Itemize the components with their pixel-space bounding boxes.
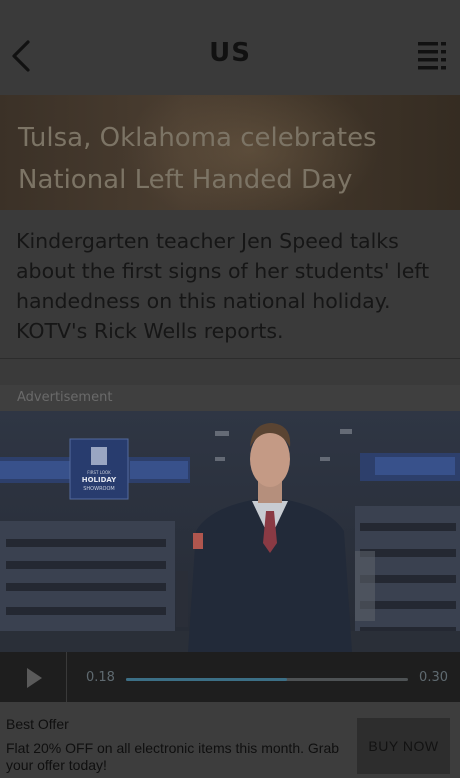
controls-divider [66,652,67,702]
article-summary: Kindergarten teacher Jen Speed talks abo… [0,210,460,358]
ad-video[interactable]: FIRST LOOK HOLIDAY SHOWROOM [0,411,460,652]
current-time: 0.18 [86,670,115,685]
screen: US Tulsa, Oklahoma celebrates National L… [0,0,460,778]
buy-now-button[interactable]: BUY NOW [357,718,450,774]
ad-label: Advertisement [17,390,113,405]
menu-button[interactable] [416,40,448,74]
video-controls: 0.18 0.30 [0,652,460,702]
page-title: US [209,38,251,68]
article-headline: Tulsa, Oklahoma celebrates National Left… [18,123,377,195]
article-description: Kindergarten teacher Jen Speed talks abo… [16,229,430,343]
seek-bar-fill [126,678,287,681]
sign-line-3: SHOWROOM [83,486,114,492]
offer-text: Flat 20% OFF on all electronic items thi… [6,740,340,773]
play-button[interactable] [0,652,66,702]
list-menu-icon [418,42,446,70]
seek-bar[interactable] [126,678,408,681]
total-time: 0.30 [419,670,448,685]
top-bar: US [0,0,460,95]
ad-label-bar: Advertisement [0,385,460,411]
video-frame: FIRST LOOK HOLIDAY SHOWROOM [0,411,460,652]
play-icon [27,668,42,688]
article-hero[interactable]: Tulsa, Oklahoma celebrates National Left… [0,95,460,210]
sign-line-1: FIRST LOOK [87,470,111,475]
divider [0,358,460,359]
sign-line-2: HOLIDAY [82,476,117,484]
offer-title: Best Offer [6,716,69,732]
